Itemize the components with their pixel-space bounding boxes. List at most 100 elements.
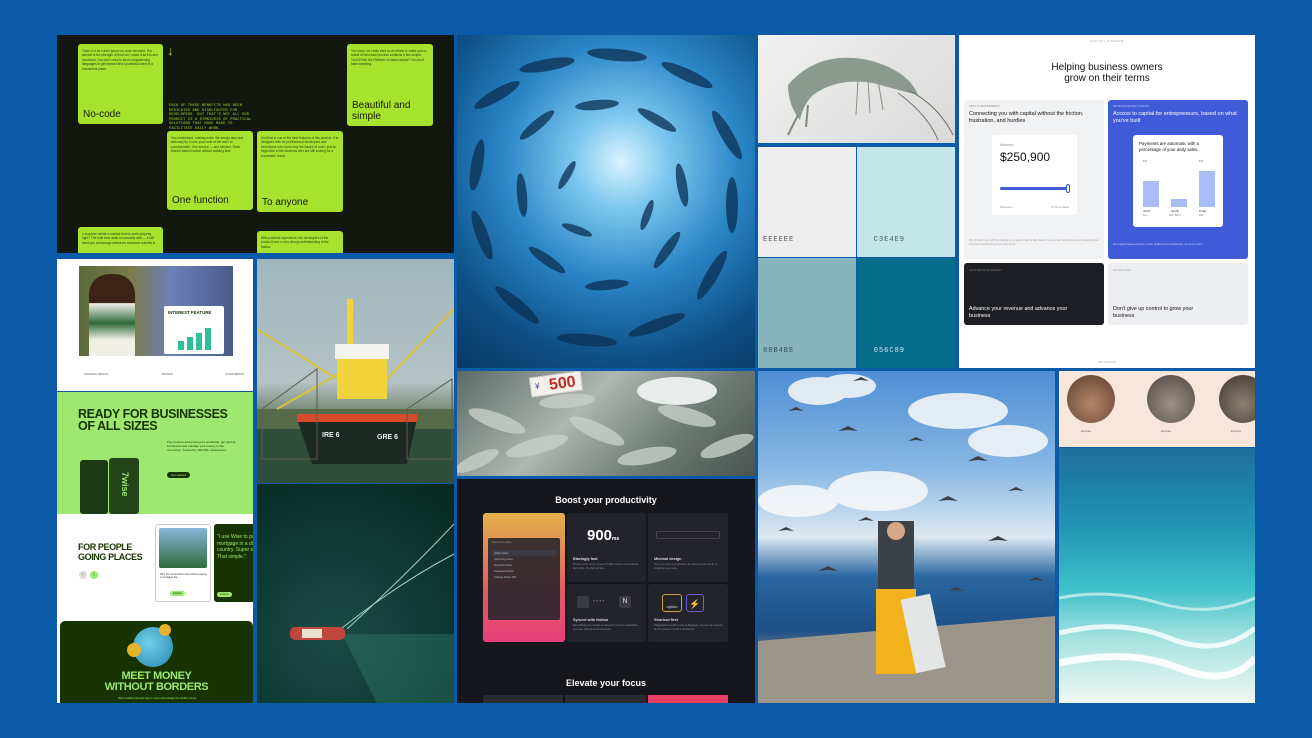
cell-desc: Flappdeck is built on top of Raycast, so…: [654, 623, 723, 631]
card-desc: Get capital based entirely on the health…: [1113, 242, 1203, 246]
section-heading: READY FOR BUSINESSES OF ALL SIZES: [78, 408, 228, 433]
badge-bar: [205, 328, 211, 350]
beach-cards: Explore Explore Explore: [1059, 371, 1255, 447]
color-palette: EEEEEE C3E4E9 88B4BE 056C89: [758, 147, 955, 368]
price-prefix: ¥: [534, 381, 541, 391]
option-key: option: [662, 594, 682, 612]
swatch-2: C3E4E9: [857, 147, 955, 257]
wise-card-back: 7wise: [109, 458, 139, 514]
chart-title: Payments are automatic with a percentage…: [1139, 141, 1200, 152]
advance-widget: Advance $250,900 Payment 2.7% of sales: [992, 135, 1077, 215]
swatch-label: 056C89: [873, 347, 905, 355]
swatch-label: EEEEEE: [763, 236, 795, 244]
beautiful-card: You know, we really tried on all efforts…: [347, 44, 433, 126]
stat-label: INVESTMENTS: [225, 373, 244, 376]
strip-block: [647, 695, 728, 703]
trawler-illustration: [257, 299, 454, 483]
capital-card-different: HOW WE'RE DIFFERENT Advance your revenue…: [964, 263, 1104, 325]
profile-button[interactable]: Explore: [170, 591, 185, 596]
wise-business-section: READY FOR BUSINESSES OF ALL SIZES Pay in…: [57, 392, 253, 514]
aerial-illustration: [290, 523, 454, 703]
slider-handle[interactable]: [1066, 184, 1070, 193]
menu-item[interactable]: Change Notion DB: [492, 574, 556, 580]
one-function-card: You understand, nothing extra. We simply…: [167, 131, 253, 210]
quote-card: "I use Wise to pay my mortgage in a diff…: [214, 524, 253, 602]
stat-label: GROWING WEALTH: [84, 373, 109, 376]
prev-arrow-button[interactable]: ‹: [79, 571, 87, 579]
beach-card-label: Explore: [1081, 429, 1092, 433]
aerial-trawler-photo: [257, 484, 454, 703]
arrow-down-icon: ↓: [167, 43, 174, 58]
raycast-icon: [577, 596, 589, 608]
center-text: EACH OF THESE BENEFITS HAS BEEN DEDICATE…: [169, 104, 252, 131]
beach-card-image: [1219, 375, 1255, 423]
get-started-button[interactable]: Get started: [167, 472, 190, 478]
shrimp-illustration: [787, 57, 954, 141]
cell-desc: You just need one shortcut for filtering…: [654, 562, 718, 570]
badge-bars: [178, 326, 218, 350]
strip-block: [565, 695, 646, 703]
profile-text: Why live somewhere else without paying a…: [160, 573, 207, 580]
beach-card-label: Explore: [1161, 429, 1172, 433]
eyebrow: CAPITAL FINANCE: [1090, 39, 1124, 43]
advance-slider[interactable]: [1000, 187, 1070, 190]
badge-bar: [187, 337, 193, 350]
card-title: Advance your revenue and advance your bu…: [969, 306, 1068, 319]
cell-desc: Everything you create is stored in a Not…: [573, 623, 638, 631]
cell-title: Shortcut first: [654, 618, 678, 622]
borders-panel: MEET MONEY WITHOUT BORDERS We're buildin…: [60, 621, 253, 703]
card-text: And that is one of the best features of …: [261, 136, 339, 158]
trawler-photo: IRE 6 GRE 6: [257, 259, 454, 483]
experience-card: With practical experience, the developer…: [257, 231, 343, 253]
swatch-4: 056C89: [857, 258, 955, 368]
cell-title: Blazingly fast: [573, 557, 598, 561]
section-heading: FOR PEOPLE GOING PLACES: [78, 542, 143, 562]
card-title: One function: [172, 195, 229, 206]
swatch-1: EEEEEE: [758, 147, 856, 257]
section-desc: We're building the best way to move and …: [118, 697, 197, 700]
app-preview: Search for todos Active todos Upcoming to…: [483, 513, 565, 642]
waves-illustration: [1059, 592, 1255, 680]
beach-card[interactable]: Explore: [1145, 375, 1197, 439]
fish-school-photo: [457, 35, 755, 368]
swatch-label: 88B4BE: [763, 347, 795, 355]
heading-line: FOR PEOPLE: [78, 542, 133, 552]
card-label: HOW WE'RE DIFFERENT: [969, 268, 1003, 272]
design-cell: Minimal design You just need one shortcu…: [648, 513, 728, 582]
card-title: No-code: [83, 109, 121, 120]
card-label: FAST & TRANSPARENT: [969, 104, 1000, 108]
card-label: REVENUE-BASED CAPITAL: [1113, 104, 1150, 108]
fish-market-photo: ¥ 500: [457, 371, 755, 476]
capital-card-dilution: NO DILUTION Don't give up control to gro…: [1108, 263, 1248, 325]
quote-text: "I use Wise to pay my mortgage in a diff…: [217, 534, 253, 560]
payments-chart: Payments are automatic with a percentage…: [1133, 135, 1223, 227]
explore-button[interactable]: Explore: [217, 592, 232, 597]
next-arrow-button[interactable]: ›: [90, 571, 98, 579]
heading-line: WITHOUT BORDERS: [104, 681, 209, 693]
card-title: Beautiful and simple: [352, 100, 411, 122]
footer-link[interactable]: GET STARTED: [959, 361, 1255, 364]
menu-list: Active todos Upcoming todos Important todo…: [492, 550, 556, 580]
capital-card-transparent: FAST & TRANSPARENT Connecting you with c…: [964, 100, 1104, 259]
heading-line: OF ALL SIZES: [78, 419, 158, 433]
section-desc: Pay invoices and employees worldwide, ge…: [167, 440, 236, 452]
card-title: Access to capital for entrepreneurs, bas…: [1113, 111, 1237, 124]
beach-card-image: [1067, 375, 1115, 423]
capital-card-revenue: REVENUE-BASED CAPITAL Access to capital …: [1108, 100, 1248, 259]
beach-card[interactable]: Explore: [1065, 375, 1117, 439]
seagulls-illustration: [758, 374, 1055, 703]
sync-dots-icon: ••••: [593, 599, 606, 605]
mini-search-icon: [656, 531, 720, 539]
fish-school-illustration: [469, 48, 742, 347]
search-input[interactable]: Search for todos: [492, 541, 511, 544]
globe-icon: [127, 624, 173, 667]
productivity-page: Boost your productivity Search for todos…: [457, 479, 755, 703]
bar-top-label: $24: [1143, 160, 1148, 163]
cell-title: Minimal design: [654, 557, 682, 561]
beach-card-image: [1147, 375, 1195, 423]
wise-borders-section: MEET MONEY WITHOUT BORDERS We're buildin…: [57, 621, 253, 703]
beach-card[interactable]: Explore: [1219, 375, 1255, 439]
speed-value: 900: [587, 527, 613, 544]
title-line: grow on their terms: [1064, 73, 1150, 84]
ocean-photo: [1059, 448, 1255, 703]
